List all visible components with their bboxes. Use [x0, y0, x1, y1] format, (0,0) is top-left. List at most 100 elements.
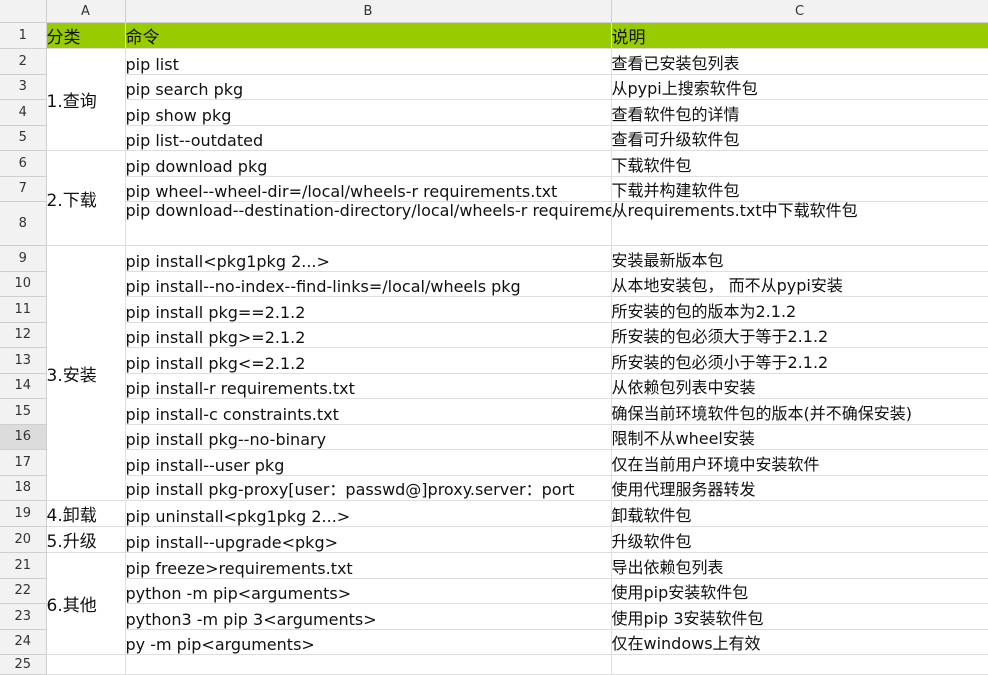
row-header[interactable]: 21 — [0, 552, 47, 579]
table-row: 11 pip install pkg==2.1.2 所安装的包的版本为2.1.2 — [0, 296, 988, 323]
cell-category[interactable]: 5.升级 — [46, 526, 126, 553]
cell-command[interactable]: pip install--user pkg — [125, 449, 612, 476]
cell-command[interactable]: pip search pkg — [125, 74, 612, 100]
row-header[interactable]: 12 — [0, 322, 47, 348]
spreadsheet: A B C 1 分类 命令 说明 2 1.查询 pip list 查看已安装包列表 3 p… — [0, 0, 988, 675]
cell-description[interactable]: 下载并构建软件包 — [611, 176, 988, 202]
row-header[interactable]: 24 — [0, 629, 47, 655]
cell-description[interactable]: 从依赖包列表中安装 — [611, 373, 988, 399]
cell-command[interactable]: python -m pip<arguments> — [125, 578, 612, 604]
cell-command[interactable]: py -m pip<arguments> — [125, 629, 612, 655]
table-row: 13 pip install pkg<=2.1.2 所安装的包必须小于等于2.1.2 — [0, 347, 988, 374]
cell-description[interactable]: 升级软件包 — [611, 526, 988, 553]
table-row: 6 2.下载 pip download pkg 下载软件包 — [0, 150, 988, 246]
cell-description[interactable]: 仅在当前用户环境中安装软件 — [611, 449, 988, 476]
cell-command[interactable]: pip install pkg--no-binary — [125, 424, 612, 450]
row-header[interactable]: 23 — [0, 603, 47, 630]
row-header[interactable]: 17 — [0, 449, 47, 476]
cell-command[interactable]: pip install--upgrade<pkg> — [125, 526, 612, 553]
table-row: 19 4.卸载 pip uninstall<pkg1pkg 2...> 卸载软件包 — [0, 500, 988, 527]
row-header[interactable]: 16 — [0, 424, 47, 450]
row-header[interactable]: 20 — [0, 526, 47, 553]
cell-command[interactable]: pip install-r requirements.txt — [125, 373, 612, 399]
spreadsheet-grid: A B C 1 分类 命令 说明 2 1.查询 pip list 查看已安装包列表 3 p… — [0, 0, 988, 675]
cell-command[interactable]: pip install--no-index--find-links=/local… — [125, 271, 612, 297]
cell-command[interactable]: pip install pkg>=2.1.2 — [125, 322, 612, 348]
row-header[interactable]: 18 — [0, 475, 47, 501]
table-row: 10 pip install--no-index--find-links=/loc… — [0, 271, 988, 297]
cell-command[interactable]: pip install pkg-proxy[user：passwd@]proxy… — [125, 475, 612, 501]
cell-description[interactable]: 卸载软件包 — [611, 500, 988, 527]
cell-command[interactable]: pip install pkg==2.1.2 — [125, 296, 612, 323]
cell-category[interactable]: 1.查询 — [46, 48, 126, 151]
table-row: 21 6.其他 pip freeze>requirements.txt 导出依赖包列表 — [0, 552, 988, 655]
cell-command[interactable]: pip freeze>requirements.txt — [125, 552, 612, 579]
cell-command[interactable]: pip install<pkg1pkg 2...> — [125, 245, 612, 272]
select-all-corner[interactable] — [0, 0, 47, 23]
table-row: 2 1.查询 pip list 查看已安装包列表 — [0, 48, 988, 151]
header-row: 1 分类 命令 说明 — [0, 22, 988, 49]
column-header-b[interactable]: B — [125, 0, 612, 23]
table-row: 20 5.升级 pip install--upgrade<pkg> 升级软件包 — [0, 526, 988, 553]
cell-description[interactable]: 查看已安装包列表 — [611, 48, 988, 75]
row-header[interactable]: 8 — [0, 201, 47, 246]
row-header[interactable]: 13 — [0, 347, 47, 374]
row-header[interactable]: 7 — [0, 176, 47, 202]
cell-description[interactable]: 所安装的包必须大于等于2.1.2 — [611, 322, 988, 348]
cell-command[interactable]: pip list — [125, 48, 612, 75]
cell-category[interactable]: 6.其他 — [46, 552, 126, 655]
cell-description[interactable]: 使用pip 3安装软件包 — [611, 603, 988, 630]
cell-description[interactable]: 使用pip安装软件包 — [611, 578, 988, 604]
cell-description[interactable]: 安装最新版本包 — [611, 245, 988, 272]
cell-category[interactable]: 3.安装 — [46, 245, 126, 501]
row-header[interactable]: 2 — [0, 48, 47, 75]
cell-description[interactable]: 导出依赖包列表 — [611, 552, 988, 579]
cell-description[interactable]: 下载软件包 — [611, 150, 988, 177]
table-row: 23 python3 -m pip 3<arguments> 使用pip 3安装软件… — [0, 603, 988, 630]
row-header[interactable]: 3 — [0, 74, 47, 100]
table-row: 4 pip show pkg 查看软件包的详情 — [0, 99, 988, 126]
row-header[interactable]: 11 — [0, 296, 47, 323]
cell-command[interactable]: pip uninstall<pkg1pkg 2...> — [125, 500, 612, 527]
row-header[interactable]: 14 — [0, 373, 47, 399]
column-header-c[interactable]: C — [611, 0, 988, 23]
row-header[interactable]: 5 — [0, 125, 47, 151]
cell-category[interactable]: 2.下载 — [46, 150, 126, 246]
row-header[interactable]: 6 — [0, 150, 47, 177]
cell-description-header[interactable]: 说明 — [611, 22, 988, 49]
table-row: 9 3.安装 pip install<pkg1pkg 2...> 安装最新版本包 — [0, 245, 988, 501]
table-row: 16 pip install pkg--no-binary 限制不从wheel安装 — [0, 424, 988, 450]
cell-description[interactable]: 限制不从wheel安装 — [611, 424, 988, 450]
cell-description[interactable]: 从pypi上搜索软件包 — [611, 74, 988, 100]
cell-command[interactable]: pip install pkg<=2.1.2 — [125, 347, 612, 374]
cell-command[interactable]: python3 -m pip 3<arguments> — [125, 603, 612, 630]
cell-description[interactable]: 所安装的包的版本为2.1.2 — [611, 296, 988, 323]
cell-command-header[interactable]: 命令 — [125, 22, 612, 49]
cell-description[interactable]: 查看软件包的详情 — [611, 99, 988, 126]
row-header[interactable]: 1 — [0, 22, 47, 49]
cell-command[interactable]: pip download pkg — [125, 150, 612, 177]
cell-category[interactable]: 4.卸载 — [46, 500, 126, 527]
cell-description[interactable]: 所安装的包必须小于等于2.1.2 — [611, 347, 988, 374]
cell-description[interactable]: 从requirements.txt中下载软件包 — [611, 201, 988, 246]
cell-description[interactable]: 确保当前环境软件包的版本(并不确保安装) — [611, 398, 988, 425]
table-row: 22 python -m pip<arguments> 使用pip安装软件包 — [0, 578, 988, 604]
cell-command[interactable]: pip list--outdated — [125, 125, 612, 151]
row-header[interactable]: 22 — [0, 578, 47, 604]
cell-command[interactable]: pip download--destination-directory/loca… — [125, 201, 612, 246]
cell-command[interactable]: pip install-c constraints.txt — [125, 398, 612, 425]
cell-description[interactable]: 查看可升级软件包 — [611, 125, 988, 151]
row-header[interactable]: 19 — [0, 500, 47, 527]
cell-category-header[interactable]: 分类 — [46, 22, 126, 49]
cell-description[interactable]: 使用代理服务器转发 — [611, 475, 988, 501]
table-row: 7 pip wheel--wheel-dir=/local/wheels-r re… — [0, 176, 988, 202]
cell-description[interactable]: 仅在windows上有效 — [611, 629, 988, 655]
row-header[interactable]: 15 — [0, 398, 47, 425]
row-header[interactable]: 10 — [0, 271, 47, 297]
cell-command[interactable]: pip show pkg — [125, 99, 612, 126]
row-header[interactable]: 9 — [0, 245, 47, 272]
cell-command[interactable]: pip wheel--wheel-dir=/local/wheels-r req… — [125, 176, 612, 202]
row-header[interactable]: 4 — [0, 99, 47, 126]
column-header-a[interactable]: A — [46, 0, 126, 23]
cell-description[interactable]: 从本地安装包， 而不从pypi安装 — [611, 271, 988, 297]
